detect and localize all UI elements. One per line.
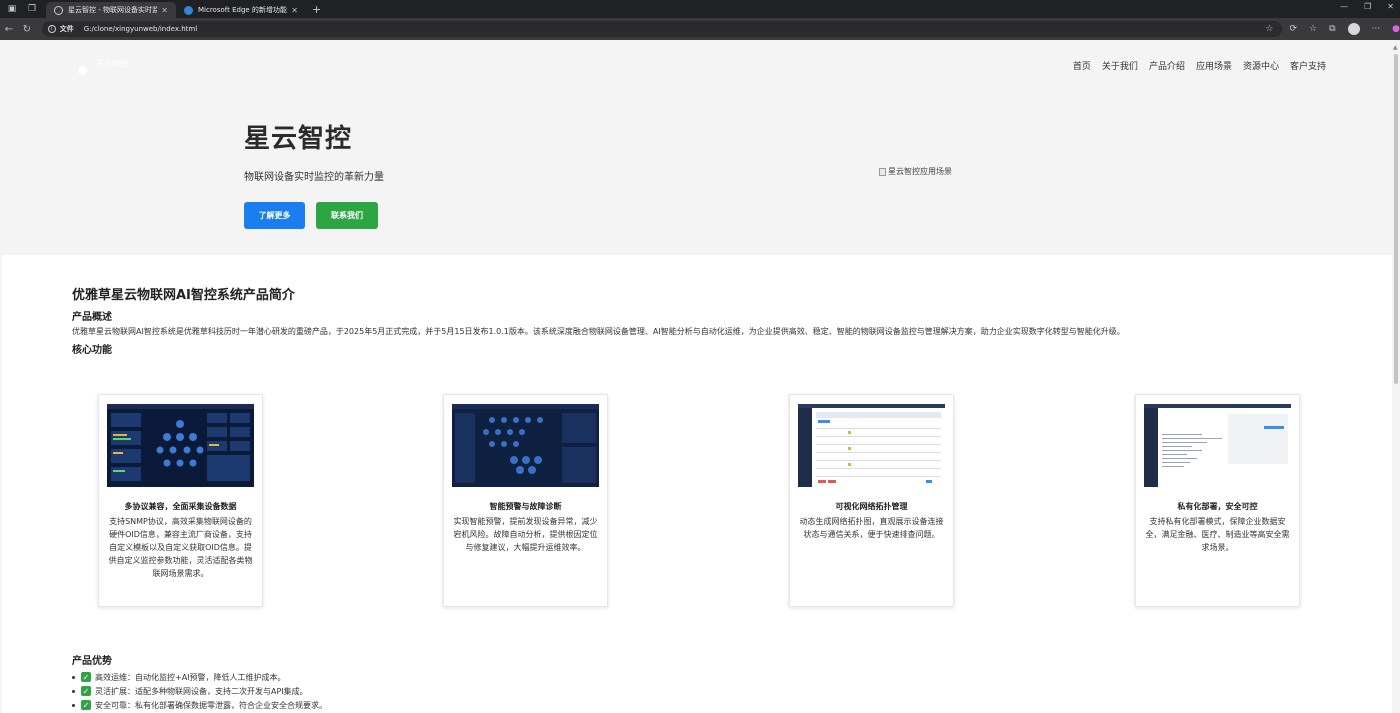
feature-desc: 实现智能预警，提前发现设备异常，减少宕机风险。故障自动分析，提供根因定位与修复建…	[453, 517, 598, 552]
feature-screenshot	[1144, 404, 1291, 487]
info-icon[interactable]: i	[47, 25, 56, 33]
main-nav: 首页 关于我们 产品介绍 应用场景 资源中心 客户支持	[1073, 59, 1326, 72]
browser-tab-active[interactable]: 星云智控 - 物联网设备实时监控与 ✕	[46, 2, 176, 18]
maximize-icon[interactable]: ❐	[1364, 2, 1371, 11]
page-scrollbar[interactable]: ▲	[1392, 40, 1400, 713]
core-features-title: 核心功能	[72, 345, 112, 356]
check-icon: ✓	[81, 700, 91, 710]
close-tab-icon[interactable]: ✕	[291, 6, 298, 15]
favorites-icon[interactable]: ☆	[1309, 24, 1317, 34]
browser-tab-edge[interactable]: Microsoft Edge 的新增功能 ✕	[176, 2, 306, 18]
contact-us-button[interactable]: 联系我们	[316, 202, 378, 229]
feature-screenshot	[452, 404, 599, 487]
site-header: 星云智控 首页 关于我们 产品介绍 应用场景 资源中心 客户支持	[2, 40, 1392, 90]
feature-card: 多协议兼容，全面采集设备数据 支持SNMP协议，高效采集物联网设备的硬件OID信…	[98, 394, 263, 607]
logo-text: 星云智控	[96, 59, 128, 68]
list-item: ✓ 灵活扩展：适配多种物联网设备，支持二次开发与API集成。	[72, 684, 672, 698]
feature-desc: 支持私有化部署模式，保障企业数据安全，满足金融、医疗、制造业等高安全需求场景。	[1145, 517, 1290, 552]
nav-home[interactable]: 首页	[1073, 59, 1091, 72]
bullet-icon	[72, 703, 75, 707]
nav-support[interactable]: 客户支持	[1290, 59, 1326, 72]
tab-actions-icon[interactable]: ❐	[24, 1, 40, 17]
refresh-icon[interactable]: ↻	[18, 24, 36, 35]
new-tab-icon[interactable]: +	[312, 3, 321, 16]
advantage-text: 灵活扩展：适配多种物联网设备，支持二次开发与API集成。	[95, 686, 308, 696]
check-icon: ✓	[81, 686, 91, 696]
browser-tab-strip: ▣ ❐ 星云智控 - 物联网设备实时监控与 ✕ Microsoft Edge 的…	[0, 0, 1400, 18]
hero-image-placeholder: 星云智控应用场景	[879, 166, 952, 177]
feature-title: 智能预警与故障诊断	[489, 502, 562, 511]
address-scheme: 文件	[59, 25, 74, 33]
tab-title: Microsoft Edge 的新增功能	[198, 6, 287, 14]
more-menu-icon[interactable]: ···	[1372, 24, 1381, 34]
scroll-up-icon[interactable]: ▲	[1393, 44, 1398, 51]
nav-scenarios[interactable]: 应用场景	[1196, 59, 1232, 72]
overview-title: 产品概述	[72, 312, 112, 323]
feature-title: 多协议兼容，全面采集设备数据	[124, 502, 237, 511]
site-logo[interactable]: 星云智控	[74, 54, 144, 78]
feature-cards: 多协议兼容，全面采集设备数据 支持SNMP协议，高效采集物联网设备的硬件OID信…	[98, 394, 1300, 608]
back-icon[interactable]: ←	[0, 24, 18, 35]
advantages-title: 产品优势	[72, 656, 112, 667]
scrollbar-thumb[interactable]	[1394, 54, 1398, 384]
check-icon: ✓	[81, 672, 91, 682]
nav-about[interactable]: 关于我们	[1102, 59, 1138, 72]
advantages-list: ✓ 高效运维：自动化监控+AI预警，降低人工维护成本。 ✓ 灵活扩展：适配多种物联网…	[72, 670, 672, 712]
feature-title: 私有化部署，安全可控	[1177, 502, 1258, 511]
advantage-text: 安全可靠：私有化部署确保数据零泄露，符合企业安全合规要求。	[95, 700, 327, 710]
close-window-icon[interactable]: ✕	[1387, 2, 1394, 11]
logo-mark-icon	[78, 66, 87, 75]
list-item: ✓ 高效运维：自动化监控+AI预警，降低人工维护成本。	[72, 670, 672, 684]
collections-icon[interactable]: ⧉	[1329, 24, 1335, 34]
nav-products[interactable]: 产品介绍	[1149, 59, 1185, 72]
bullet-icon	[72, 675, 75, 679]
hero-image-alt: 星云智控应用场景	[888, 167, 952, 176]
window-controls: — ❐ ✕	[1340, 2, 1394, 11]
profile-avatar[interactable]	[1347, 23, 1360, 35]
list-item: ✓ 安全可靠：私有化部署确保数据零泄露，符合企业安全合规要求。	[72, 698, 672, 712]
tab-title: 星云智控 - 物联网设备实时监控与	[68, 6, 158, 14]
feature-card: 私有化部署，安全可控 支持私有化部署模式，保障企业数据安全，满足金融、医疗、制造…	[1135, 394, 1300, 607]
feature-title: 可视化网络拓扑管理	[835, 502, 908, 511]
feature-desc: 支持SNMP协议，高效采集物联网设备的硬件OID信息，兼容主流厂商设备，支持自定…	[108, 517, 253, 578]
minimize-icon[interactable]: —	[1340, 2, 1348, 11]
extensions-icon[interactable]: ⟳	[1290, 24, 1298, 34]
hero-subtitle: 物联网设备实时监控的革新力量	[244, 172, 384, 183]
copilot-icon[interactable]: ●	[1392, 24, 1400, 34]
broken-image-icon	[879, 167, 886, 176]
feature-screenshot	[107, 404, 254, 487]
page-viewport: 星云智控 首页 关于我们 产品介绍 应用场景 资源中心 客户支持 星云智控 物联…	[2, 40, 1392, 713]
feature-card: 智能预警与故障诊断 实现智能预警，提前发现设备异常，减少宕机风险。故障自动分析，…	[443, 394, 608, 607]
advantages-section: 产品优势 ✓ 高效运维：自动化监控+AI预警，降低人工维护成本。 ✓ 灵活扩展：适配…	[72, 652, 672, 712]
address-bar[interactable]: i 文件 G:/clone/xingyunweb/index.html ☆	[41, 21, 1282, 37]
feature-screenshot	[798, 404, 945, 487]
toolbar-actions: ⟳ ☆ ⧉ ··· ●	[1290, 23, 1400, 35]
advantage-text: 高效运维：自动化监控+AI预警，降低人工维护成本。	[95, 672, 286, 682]
address-path: G:/clone/xingyunweb/index.html	[83, 25, 198, 33]
hero-section: 星云智控 物联网设备实时监控的革新力量 了解更多 联系我们 星云智控应用场景	[2, 90, 1392, 255]
workspaces-icon[interactable]: ▣	[4, 1, 20, 17]
bullet-icon	[72, 689, 75, 693]
browser-toolbar: ← ↻ i 文件 G:/clone/xingyunweb/index.html …	[0, 18, 1400, 40]
learn-more-button[interactable]: 了解更多	[244, 202, 305, 229]
globe-icon	[54, 5, 63, 15]
overview-text: 优雅草星云物联网AI智控系统是优雅草科技历时一年潜心研发的重磅产品，于2025年…	[72, 327, 1125, 336]
feature-card: 可视化网络拓扑管理 动态生成网络拓扑图，直观展示设备连接状态与通信关系，便于快速…	[789, 394, 954, 607]
intro-heading: 优雅草星云物联网AI智控系统产品简介	[72, 288, 295, 303]
close-tab-icon[interactable]: ✕	[161, 6, 168, 15]
product-intro: 优雅草星云物联网AI智控系统产品简介 产品概述 优雅草星云物联网AI智控系统是优…	[72, 284, 1322, 359]
feature-desc: 动态生成网络拓扑图，直观展示设备连接状态与通信关系，便于快速排查问题。	[799, 517, 944, 539]
nav-resources[interactable]: 资源中心	[1243, 59, 1279, 72]
hero-title: 星云智控	[244, 124, 353, 154]
favorite-star-icon[interactable]: ☆	[1265, 24, 1273, 34]
edge-icon	[184, 5, 193, 15]
